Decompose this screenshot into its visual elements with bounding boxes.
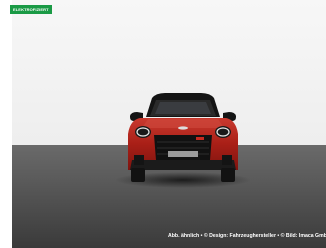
vehicle-image-stage: ELEKTROFIZIERT Abb. ähnlich • © Design: … [0, 0, 326, 248]
image-copyright-caption: Abb. ähnlich • © Design: Fahrzeugherstel… [168, 233, 326, 239]
electrified-badge: ELEKTROFIZIERT [10, 5, 52, 14]
car-photo [0, 0, 326, 248]
